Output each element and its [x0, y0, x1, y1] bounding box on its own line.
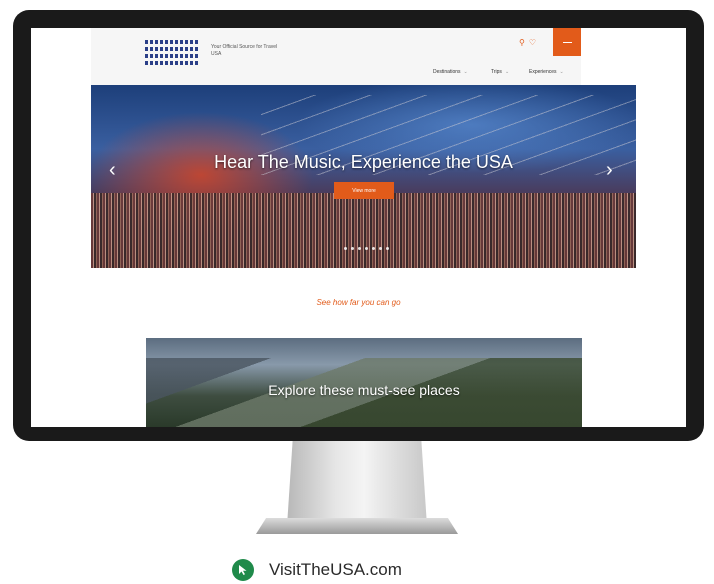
caption-url: VisitTheUSA.com — [269, 560, 402, 579]
chevron-down-icon: ⌄ — [504, 69, 510, 75]
brand-logo[interactable] — [145, 40, 200, 74]
carousel-dot[interactable] — [372, 247, 375, 250]
nav-label: Experiences — [529, 69, 557, 75]
heart-icon[interactable]: ♡ — [529, 38, 540, 47]
chevron-down-icon: ⌄ — [463, 69, 468, 75]
cursor-icon — [232, 559, 254, 581]
carousel-dot[interactable] — [386, 247, 389, 250]
hero-cta-button[interactable]: View more — [334, 182, 394, 199]
monitor-mockup: Your Official Source for Travel USA ⚲♡ D… — [0, 0, 714, 584]
nav-item-trips[interactable]: Trips ⌄ — [491, 69, 509, 75]
hamburger-icon — [562, 41, 572, 43]
monitor-stand-neck — [287, 441, 427, 526]
carousel-dot[interactable] — [351, 247, 354, 250]
caption: VisitTheUSA.com — [232, 557, 402, 583]
monitor-screen: Your Official Source for Travel USA ⚲♡ D… — [31, 28, 686, 427]
header-tagline: Your Official Source for Travel USA — [211, 44, 278, 57]
explore-banner[interactable]: Explore these must-see places — [146, 338, 582, 427]
hero-carousel: ‹ › Hear The Music, Experience the USA V… — [91, 85, 636, 268]
search-icon[interactable]: ⚲ — [519, 38, 529, 47]
carousel-dots — [344, 247, 389, 250]
carousel-dot[interactable] — [358, 247, 361, 250]
menu-button[interactable] — [553, 28, 581, 56]
hero-image-crowd — [91, 193, 636, 268]
tagline-link[interactable]: See how far you can go — [31, 298, 686, 307]
carousel-dot[interactable] — [344, 247, 347, 250]
carousel-dot[interactable] — [379, 247, 382, 250]
nav-label: Destinations — [433, 69, 461, 75]
carousel-dot[interactable] — [365, 247, 368, 250]
monitor-stand-base — [256, 518, 458, 534]
header-icons: ⚲♡ — [519, 38, 540, 47]
hero-title: Hear The Music, Experience the USA — [214, 152, 513, 172]
site-header: Your Official Source for Travel USA ⚲♡ D… — [91, 28, 581, 85]
chevron-down-icon: ⌄ — [559, 69, 564, 75]
nav-label: Trips — [491, 69, 502, 75]
explore-title: Explore these must-see places — [268, 382, 460, 398]
nav-item-experiences[interactable]: Experiences ⌄ — [529, 69, 564, 75]
nav-item-destinations[interactable]: Destinations ⌄ — [433, 69, 468, 75]
